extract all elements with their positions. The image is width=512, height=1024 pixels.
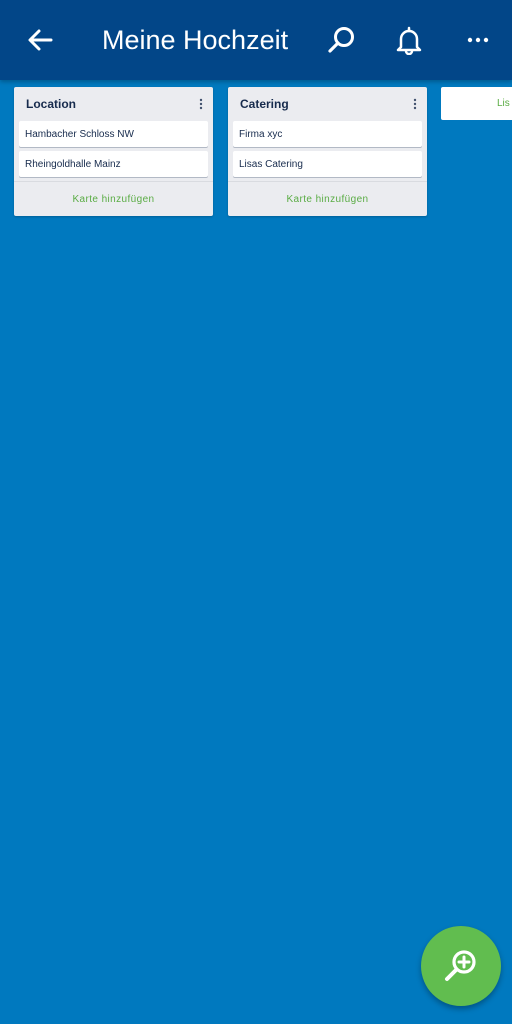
list-header[interactable]: Catering bbox=[228, 87, 427, 121]
app-bar: Meine Hochzeit bbox=[0, 0, 512, 80]
search-button[interactable] bbox=[323, 22, 359, 58]
card[interactable]: Lisas Catering bbox=[233, 151, 422, 177]
list-menu-button[interactable] bbox=[194, 95, 208, 113]
more-vertical-icon bbox=[199, 98, 203, 110]
card[interactable]: Rheingoldhalle Mainz bbox=[19, 151, 208, 177]
zoom-in-button[interactable] bbox=[421, 926, 501, 1006]
bell-icon bbox=[396, 26, 422, 55]
board-lists[interactable]: Location Hambacher Schloss NW Rheingoldh… bbox=[0, 80, 512, 1024]
add-card-button[interactable]: Karte hinzufügen bbox=[228, 181, 427, 216]
list-title: Catering bbox=[240, 97, 289, 111]
list-menu-button[interactable] bbox=[408, 95, 422, 113]
back-button[interactable] bbox=[22, 22, 58, 58]
more-horizontal-icon bbox=[467, 37, 489, 43]
board-title: Meine Hochzeit bbox=[102, 25, 289, 55]
card[interactable]: Firma xyc bbox=[233, 121, 422, 147]
list-catering: Catering Firma xyc Lisas Catering Karte … bbox=[228, 87, 427, 216]
list-header[interactable]: Location bbox=[14, 87, 213, 121]
add-list-button[interactable]: Lis bbox=[441, 87, 512, 120]
arrow-left-icon bbox=[28, 29, 53, 51]
zoom-in-icon bbox=[445, 950, 476, 981]
list-title: Location bbox=[26, 97, 76, 111]
list-location: Location Hambacher Schloss NW Rheingoldh… bbox=[14, 87, 213, 216]
add-card-button[interactable]: Karte hinzufügen bbox=[14, 181, 213, 216]
more-options-button[interactable] bbox=[460, 22, 496, 58]
card[interactable]: Hambacher Schloss NW bbox=[19, 121, 208, 147]
search-icon bbox=[328, 27, 354, 53]
more-vertical-icon bbox=[413, 98, 417, 110]
notifications-button[interactable] bbox=[391, 22, 427, 58]
